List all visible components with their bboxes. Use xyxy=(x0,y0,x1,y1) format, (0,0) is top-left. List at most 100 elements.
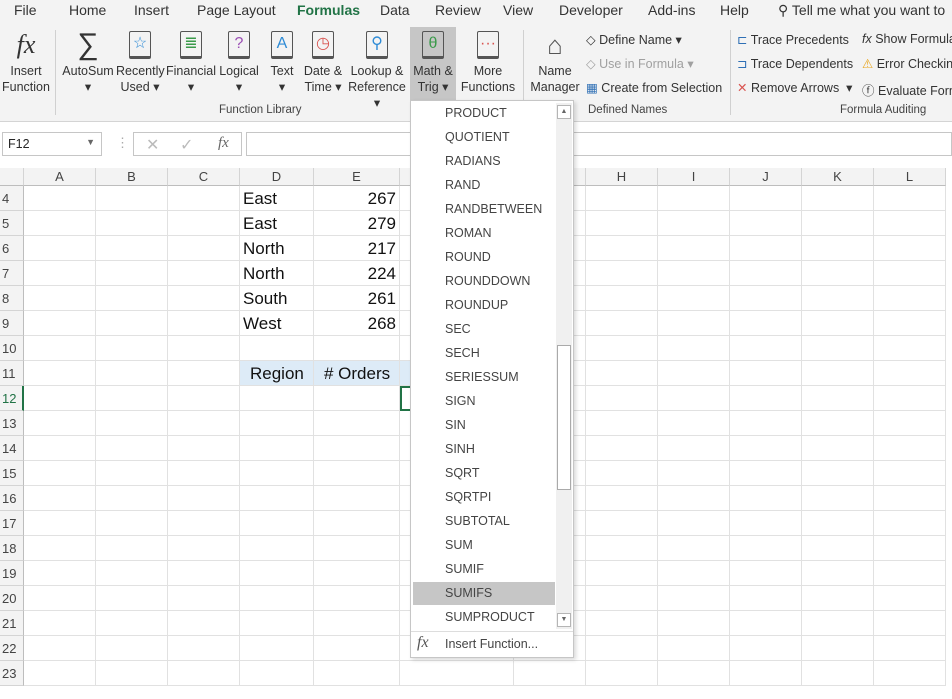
cell-K13[interactable] xyxy=(802,411,874,436)
tab-review[interactable]: Review xyxy=(435,2,481,18)
lookup-reference-button[interactable]: ⚲ Lookup & Reference ▾ xyxy=(347,27,407,110)
cell-L19[interactable] xyxy=(874,561,946,586)
cell-J22[interactable] xyxy=(730,636,802,661)
insert-function-button[interactable]: fx Insert Function xyxy=(2,27,50,100)
cell-A19[interactable] xyxy=(24,561,96,586)
cell-D22[interactable] xyxy=(240,636,314,661)
cell-H19[interactable] xyxy=(586,561,658,586)
cell-C7[interactable] xyxy=(168,261,240,286)
cell-C23[interactable] xyxy=(168,661,240,686)
cell-B18[interactable] xyxy=(96,536,168,561)
cell-H17[interactable] xyxy=(586,511,658,536)
chevron-down-icon[interactable]: ▼ xyxy=(86,137,95,147)
row-header-21[interactable]: 21 xyxy=(0,611,24,636)
cell-C9[interactable] xyxy=(168,311,240,336)
cell-I12[interactable] xyxy=(658,386,730,411)
cell-L18[interactable] xyxy=(874,536,946,561)
cell-E9[interactable]: 268 xyxy=(314,311,400,336)
cell-B16[interactable] xyxy=(96,486,168,511)
cell-C19[interactable] xyxy=(168,561,240,586)
function-item-sqrtpi[interactable]: SQRTPI xyxy=(413,486,555,509)
cell-H22[interactable] xyxy=(586,636,658,661)
cell-H12[interactable] xyxy=(586,386,658,411)
tab-file[interactable]: File xyxy=(14,2,37,18)
cell-D7[interactable]: North xyxy=(240,261,314,286)
cell-L16[interactable] xyxy=(874,486,946,511)
cell-L22[interactable] xyxy=(874,636,946,661)
cell-K10[interactable] xyxy=(802,336,874,361)
cell-H11[interactable] xyxy=(586,361,658,386)
row-header-8[interactable]: 8 xyxy=(0,286,24,311)
row-header-4[interactable]: 4 xyxy=(0,186,24,211)
cell-B7[interactable] xyxy=(96,261,168,286)
cell-H13[interactable] xyxy=(586,411,658,436)
row-header-7[interactable]: 7 xyxy=(0,261,24,286)
column-header-E[interactable]: E xyxy=(314,168,400,186)
function-item-rand[interactable]: RAND xyxy=(413,174,555,197)
cell-I23[interactable] xyxy=(658,661,730,686)
cell-H6[interactable] xyxy=(586,236,658,261)
tab-help[interactable]: Help xyxy=(720,2,749,18)
cell-E7[interactable]: 224 xyxy=(314,261,400,286)
cell-K22[interactable] xyxy=(802,636,874,661)
cell-L8[interactable] xyxy=(874,286,946,311)
cell-I17[interactable] xyxy=(658,511,730,536)
cell-B20[interactable] xyxy=(96,586,168,611)
cell-A21[interactable] xyxy=(24,611,96,636)
column-header-B[interactable]: B xyxy=(96,168,168,186)
cell-J13[interactable] xyxy=(730,411,802,436)
cell-D14[interactable] xyxy=(240,436,314,461)
row-header-16[interactable]: 16 xyxy=(0,486,24,511)
cell-H5[interactable] xyxy=(586,211,658,236)
function-item-sumif[interactable]: SUMIF xyxy=(413,558,555,581)
tab-formulas[interactable]: Formulas xyxy=(297,2,361,25)
cell-I19[interactable] xyxy=(658,561,730,586)
cell-A14[interactable] xyxy=(24,436,96,461)
insert-function-icon[interactable]: fx xyxy=(218,135,229,152)
function-item-quotient[interactable]: QUOTIENT xyxy=(413,126,555,149)
remove-arrows-button[interactable]: ✕ Remove Arrows ▾ xyxy=(737,80,852,95)
cell-A18[interactable] xyxy=(24,536,96,561)
cell-H14[interactable] xyxy=(586,436,658,461)
function-item-seriessum[interactable]: SERIESSUM xyxy=(413,366,555,389)
cell-A22[interactable] xyxy=(24,636,96,661)
cell-C14[interactable] xyxy=(168,436,240,461)
cell-D9[interactable]: West xyxy=(240,311,314,336)
cell-K4[interactable] xyxy=(802,186,874,211)
math-trig-button[interactable]: θ Math & Trig ▾ xyxy=(410,27,456,105)
cell-I15[interactable] xyxy=(658,461,730,486)
cell-C11[interactable] xyxy=(168,361,240,386)
cell-K18[interactable] xyxy=(802,536,874,561)
cell-J18[interactable] xyxy=(730,536,802,561)
column-header-A[interactable]: A xyxy=(24,168,96,186)
cell-L14[interactable] xyxy=(874,436,946,461)
cell-C17[interactable] xyxy=(168,511,240,536)
cell-J11[interactable] xyxy=(730,361,802,386)
cell-K14[interactable] xyxy=(802,436,874,461)
more-functions-button[interactable]: ···MoreFunctions ▾ xyxy=(458,27,518,110)
function-item-subtotal[interactable]: SUBTOTAL xyxy=(413,510,555,533)
show-formulas-button[interactable]: fx Show Formulas xyxy=(862,32,952,46)
cell-K17[interactable] xyxy=(802,511,874,536)
cell-K19[interactable] xyxy=(802,561,874,586)
cell-A7[interactable] xyxy=(24,261,96,286)
cell-L21[interactable] xyxy=(874,611,946,636)
cell-B22[interactable] xyxy=(96,636,168,661)
row-header-17[interactable]: 17 xyxy=(0,511,24,536)
cell-D8[interactable]: South xyxy=(240,286,314,311)
cell-A5[interactable] xyxy=(24,211,96,236)
cell-A9[interactable] xyxy=(24,311,96,336)
function-item-sum[interactable]: SUM xyxy=(413,534,555,557)
cell-C10[interactable] xyxy=(168,336,240,361)
cell-L5[interactable] xyxy=(874,211,946,236)
cell-B14[interactable] xyxy=(96,436,168,461)
cell-B17[interactable] xyxy=(96,511,168,536)
cell-C15[interactable] xyxy=(168,461,240,486)
cell-I14[interactable] xyxy=(658,436,730,461)
cell-H16[interactable] xyxy=(586,486,658,511)
row-header-13[interactable]: 13 xyxy=(0,411,24,436)
cell-C20[interactable] xyxy=(168,586,240,611)
cell-E5[interactable]: 279 xyxy=(314,211,400,236)
cell-D19[interactable] xyxy=(240,561,314,586)
cell-B12[interactable] xyxy=(96,386,168,411)
